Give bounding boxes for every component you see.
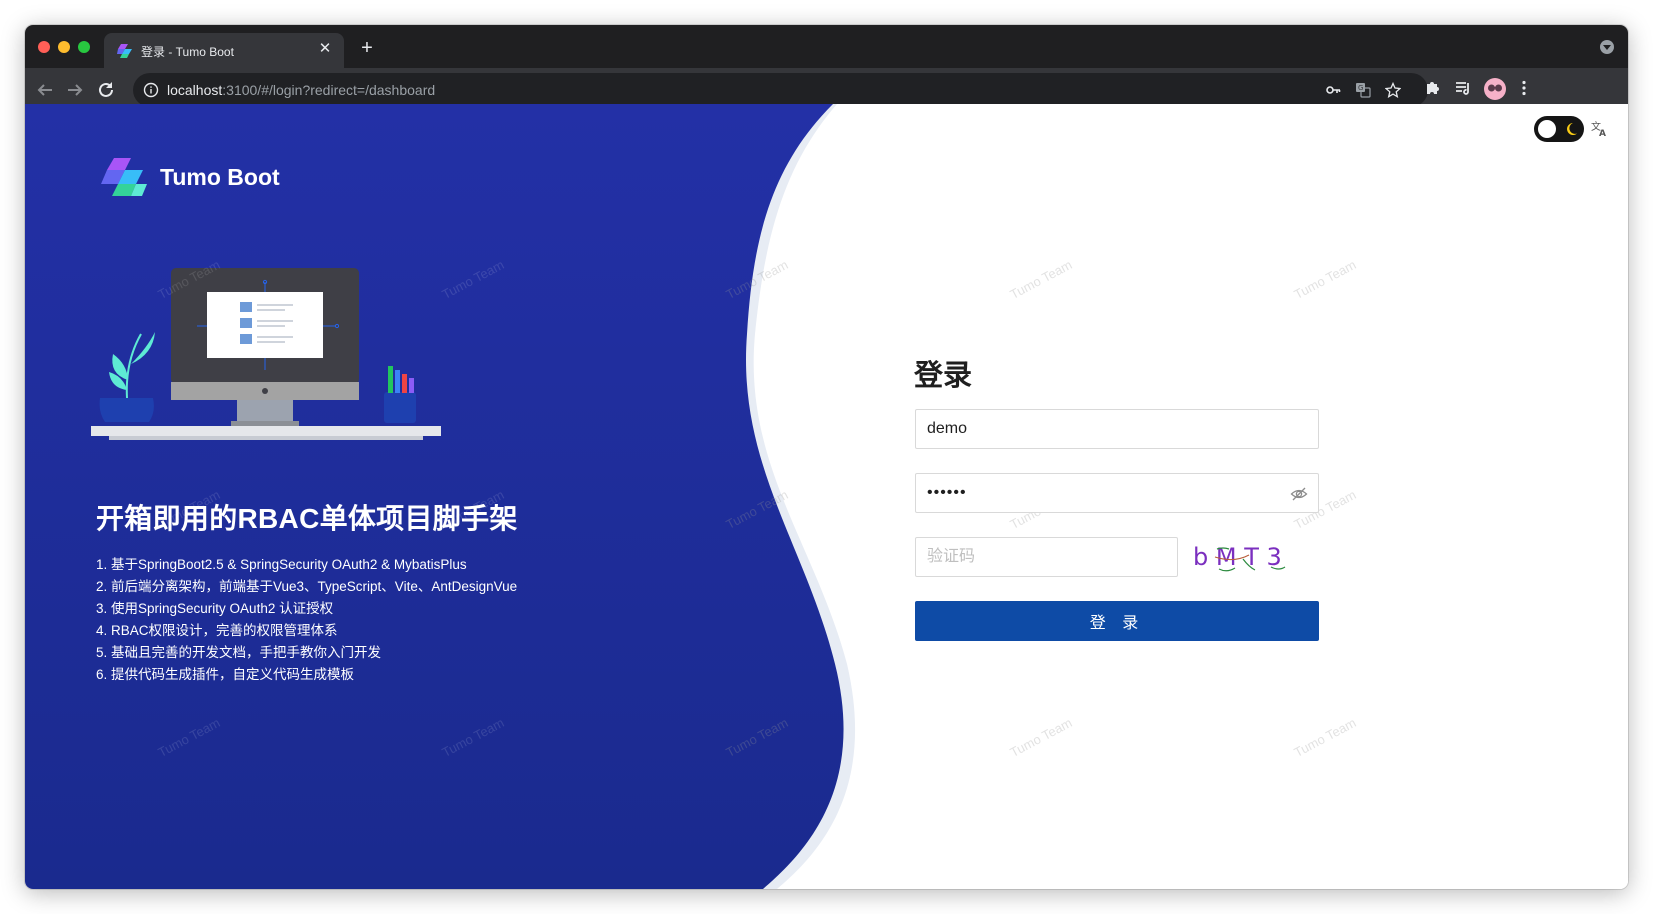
- tab-search-icon[interactable]: [1600, 40, 1614, 54]
- feature-item: 5. 基础且完善的开发文档，手把手教你入门开发: [96, 645, 382, 660]
- eye-invisible-icon[interactable]: [1290, 485, 1308, 503]
- maximize-window-button[interactable]: [78, 41, 90, 53]
- captcha-input[interactable]: [915, 537, 1178, 577]
- tumo-favicon-icon: [117, 44, 132, 58]
- close-tab-icon[interactable]: ✕: [316, 40, 334, 58]
- feature-item: 6. 提供代码生成插件，自定义代码生成模板: [96, 667, 355, 682]
- address-bar[interactable]: localhost:3100/#/login?redirect=/dashboa…: [133, 73, 1428, 107]
- reload-icon[interactable]: [94, 78, 118, 102]
- svg-text:G: G: [1358, 84, 1363, 92]
- minimize-window-button[interactable]: [58, 41, 70, 53]
- password-masked-value: ••••••: [927, 484, 967, 501]
- key-icon[interactable]: [1325, 82, 1341, 98]
- profile-avatar[interactable]: [1484, 78, 1506, 100]
- dark-mode-toggle[interactable]: [1534, 116, 1584, 142]
- login-title: 登录: [914, 360, 973, 392]
- computer-desk-illustration: [91, 268, 441, 440]
- forward-icon[interactable]: [63, 78, 87, 102]
- feature-item: 4. RBAC权限设计，完善的权限管理体系: [96, 623, 338, 638]
- info-icon[interactable]: [143, 82, 159, 98]
- language-icon[interactable]: 文 A: [1591, 119, 1609, 137]
- star-icon[interactable]: [1385, 82, 1401, 98]
- moon-icon: [1567, 123, 1577, 135]
- feature-item: 1. 基于SpringBoot2.5 & SpringSecurity OAut…: [96, 557, 467, 572]
- avatar-glasses-icon: [1488, 84, 1502, 92]
- tab-title: 登录 - Tumo Boot: [141, 45, 234, 59]
- username-input[interactable]: [915, 409, 1319, 449]
- puzzle-icon[interactable]: [1423, 78, 1443, 98]
- feature-item: 3. 使用SpringSecurity OAuth2 认证授权: [96, 601, 334, 616]
- login-page: Tumo Boot 开箱即用的RBAC单体项目脚手架 1. 基于SpringBo…: [25, 104, 1628, 889]
- new-tab-icon[interactable]: +: [355, 37, 379, 61]
- login-button[interactable]: 登 录: [915, 601, 1319, 641]
- kebab-menu-icon[interactable]: [1514, 78, 1534, 98]
- feature-item: 2. 前后端分离架构，前端基于Vue3、TypeScript、Vite、AntD…: [96, 579, 518, 594]
- back-icon[interactable]: [33, 78, 57, 102]
- tumo-logo-icon: [101, 158, 147, 196]
- svg-text:A: A: [1599, 129, 1606, 137]
- browser-window: 登录 - Tumo Boot ✕ + localhost:3100/#/logi…: [25, 25, 1628, 889]
- tab-bar: 登录 - Tumo Boot ✕ +: [25, 25, 1628, 68]
- url-text: localhost:3100/#/login?redirect=/dashboa…: [167, 82, 436, 98]
- reading-list-icon[interactable]: [1453, 78, 1473, 98]
- captcha-text: b M T 3: [1193, 543, 1282, 571]
- browser-tab[interactable]: 登录 - Tumo Boot ✕: [104, 33, 344, 68]
- toggle-knob: [1538, 120, 1556, 138]
- translate-icon[interactable]: G: [1355, 82, 1371, 98]
- captcha-image[interactable]: b M T 3: [1189, 537, 1309, 577]
- brand-name: Tumo Boot: [160, 164, 280, 190]
- close-window-button[interactable]: [38, 41, 50, 53]
- password-input[interactable]: ••••••: [915, 473, 1319, 513]
- feature-list: 1. 基于SpringBoot2.5 & SpringSecurity OAut…: [96, 554, 517, 686]
